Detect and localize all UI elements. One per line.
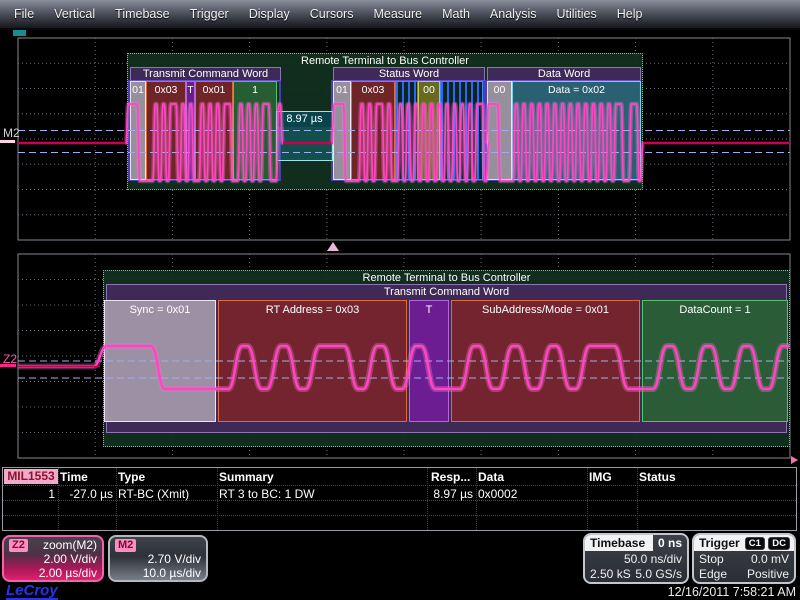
word-band-command: Transmit Command Word bbox=[130, 67, 281, 81]
protocol-badge[interactable]: MIL1553 bbox=[4, 469, 58, 484]
seg-stat-rtaddr: 0x03 bbox=[351, 81, 395, 180]
trigger-level: 0.0 mV bbox=[751, 552, 789, 566]
response-time-value: 8.97 µs bbox=[277, 112, 332, 127]
seg-data-value: Data = 0x02 bbox=[512, 81, 641, 180]
seg-cmd-rtaddr: 0x03 bbox=[146, 81, 186, 180]
col-data: Data bbox=[478, 470, 504, 484]
menu-utilities[interactable]: Utilities bbox=[546, 7, 606, 21]
seg-cmd-subaddr: 0x01 bbox=[195, 81, 233, 180]
decode-table[interactable]: MIL1553 Time Type Summary Resp... Data I… bbox=[2, 467, 797, 531]
decode-title-top: Remote Terminal to Bus Controller bbox=[128, 54, 642, 67]
z2-title: zoom(M2) bbox=[43, 538, 97, 552]
seg-stat-bits-1 bbox=[395, 81, 418, 180]
oscilloscope-screen: File Vertical Timebase Trigger Display C… bbox=[0, 0, 800, 600]
zseg-rtaddr: RT Address = 0x03 bbox=[218, 300, 407, 422]
m2-tdiv: 10.0 µs/div bbox=[110, 566, 206, 580]
m2-trace-label[interactable]: M2 bbox=[3, 126, 20, 140]
cell-summary: RT 3 to BC: 1 DW bbox=[219, 487, 315, 501]
menu-analysis[interactable]: Analysis bbox=[480, 7, 547, 21]
menu-measure[interactable]: Measure bbox=[363, 7, 432, 21]
timebase-title: Timebase bbox=[585, 535, 653, 551]
seg-stat-bcast: 00 bbox=[418, 81, 440, 180]
trigger-box[interactable]: Trigger C1 DC Stop 0.0 mV Edge Positive bbox=[692, 533, 796, 584]
z2-vdiv: 2.00 V/div bbox=[4, 552, 102, 566]
trigger-coupling-badge: DC bbox=[768, 537, 790, 550]
lecroy-logo[interactable]: LeCroy bbox=[6, 583, 58, 600]
trigger-title: Trigger bbox=[699, 536, 740, 550]
z2-descriptor-box[interactable]: Z2 zoom(M2) 2.00 V/div 2.00 µs/div bbox=[2, 535, 104, 582]
seg-stat-bits-2 bbox=[440, 81, 483, 180]
zseg-subaddr: SubAddress/Mode = 0x01 bbox=[451, 300, 640, 422]
col-resp: Resp... bbox=[431, 470, 470, 484]
word-band-zoom-label: Transmit Command Word bbox=[107, 285, 786, 298]
timebase-rate: 5.0 GS/s bbox=[635, 567, 682, 581]
col-type: Type bbox=[118, 470, 145, 484]
cell-time: -27.0 µs bbox=[60, 487, 113, 501]
seg-data-sync: 00 bbox=[487, 81, 512, 180]
menu-help[interactable]: Help bbox=[607, 7, 653, 21]
col-status: Status bbox=[639, 470, 676, 484]
zseg-tr: T bbox=[409, 300, 449, 422]
timebase-tdiv: 50.0 ns/div bbox=[624, 552, 682, 566]
z2-trace-tick bbox=[0, 364, 16, 367]
menu-trigger[interactable]: Trigger bbox=[180, 7, 239, 21]
cursor-chip bbox=[13, 30, 26, 36]
trigger-source-badge: C1 bbox=[745, 537, 765, 550]
trigger-type: Edge bbox=[699, 567, 727, 581]
m2-descriptor-box[interactable]: M2 2.70 V/div 10.0 µs/div bbox=[108, 535, 208, 582]
timebase-samples: 2.50 kS bbox=[590, 567, 631, 581]
zseg-count: DataCount = 1 bbox=[642, 300, 788, 422]
cell-index: 1 bbox=[21, 487, 55, 501]
menu-vertical[interactable]: Vertical bbox=[44, 7, 105, 21]
menu-bar: File Vertical Timebase Trigger Display C… bbox=[0, 0, 800, 30]
menu-cursors[interactable]: Cursors bbox=[300, 7, 364, 21]
menu-display[interactable]: Display bbox=[239, 7, 300, 21]
trigger-position-marker[interactable] bbox=[327, 242, 339, 251]
m2-badge: M2 bbox=[115, 539, 136, 552]
m2-vdiv: 2.70 V/div bbox=[110, 552, 206, 566]
z2-badge: Z2 bbox=[9, 539, 28, 552]
seg-cmd-tr: T bbox=[186, 81, 195, 180]
seg-stat-sync: 01 bbox=[333, 81, 351, 180]
cell-type: RT-BC (Xmit) bbox=[118, 487, 189, 501]
word-band-data: Data Word bbox=[487, 67, 641, 81]
timebase-offset: 0 ns bbox=[658, 535, 682, 551]
menu-file[interactable]: File bbox=[4, 7, 44, 21]
trigger-mode: Stop bbox=[699, 552, 724, 566]
m2-trace-tick bbox=[0, 140, 15, 143]
cell-data: 0x0002 bbox=[478, 487, 517, 501]
decode-title-zoom: Remote Terminal to Bus Controller bbox=[104, 271, 789, 284]
col-img: IMG bbox=[589, 470, 612, 484]
col-time: Time bbox=[60, 470, 88, 484]
menu-math[interactable]: Math bbox=[432, 7, 480, 21]
zseg-sync: Sync = 0x01 bbox=[104, 300, 216, 422]
datetime: 12/16/2011 7:58:21 AM bbox=[668, 585, 796, 599]
trigger-slope: Positive bbox=[747, 567, 789, 581]
seg-cmd-count: 1 bbox=[233, 81, 277, 180]
word-band-status: Status Word bbox=[333, 67, 485, 81]
response-time-box: 8.97 µs bbox=[276, 111, 333, 161]
trigger-time-arrow bbox=[791, 456, 798, 464]
col-summary: Summary bbox=[219, 470, 274, 484]
cell-resp: 8.97 µs bbox=[421, 487, 473, 501]
z2-tdiv: 2.00 µs/div bbox=[4, 566, 102, 580]
menu-timebase[interactable]: Timebase bbox=[105, 7, 179, 21]
timebase-box[interactable]: Timebase 0 ns 50.0 ns/div 2.50 kS 5.0 GS… bbox=[583, 533, 689, 584]
seg-cmd-sync: 01 bbox=[130, 81, 146, 180]
